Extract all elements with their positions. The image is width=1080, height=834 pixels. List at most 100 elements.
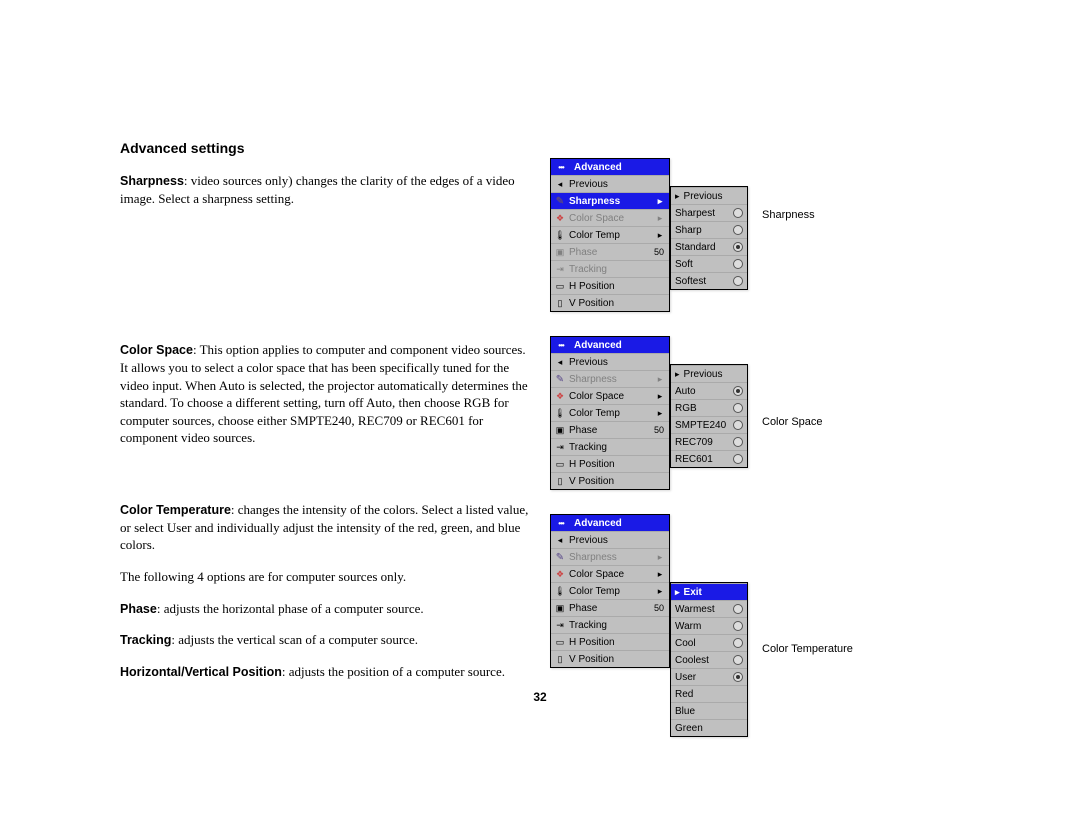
menu-item-previous[interactable]: Previous bbox=[551, 175, 669, 192]
menu-item-colorspace[interactable]: Color Space bbox=[551, 387, 669, 404]
submenu-option[interactable]: RGB bbox=[671, 399, 747, 416]
menu-item-sharpness[interactable]: Sharpness bbox=[551, 192, 669, 209]
caret-right-icon bbox=[654, 213, 666, 224]
tracking-icon bbox=[554, 441, 566, 453]
radio-icon bbox=[733, 420, 743, 430]
phase-icon bbox=[554, 602, 566, 614]
submenu-previous[interactable]: Previous bbox=[671, 365, 747, 382]
submenu-option[interactable]: Softest bbox=[671, 272, 747, 289]
radio-icon bbox=[733, 276, 743, 286]
pen-icon bbox=[554, 373, 566, 385]
submenu-option[interactable]: Warm bbox=[671, 617, 747, 634]
caret-right-icon bbox=[654, 569, 666, 580]
menu-item-colortemp[interactable]: Color Temp bbox=[551, 226, 669, 243]
menu-item-tracking[interactable]: Tracking bbox=[551, 616, 669, 633]
hpos-icon bbox=[554, 458, 566, 470]
palette-icon bbox=[554, 568, 566, 580]
caret-right-icon bbox=[654, 408, 666, 419]
menu-item-phase[interactable]: Phase50 bbox=[551, 599, 669, 616]
menu-item-sharpness[interactable]: Sharpness bbox=[551, 548, 669, 565]
menu-item-hpos[interactable]: H Position bbox=[551, 277, 669, 294]
submenu-option[interactable]: Coolest bbox=[671, 651, 747, 668]
submenu-option[interactable]: User bbox=[671, 668, 747, 685]
submenu-previous[interactable]: Previous bbox=[671, 187, 747, 204]
submenu-option[interactable]: Standard bbox=[671, 238, 747, 255]
menu-item-phase[interactable]: Phase50 bbox=[551, 421, 669, 438]
colortemp-submenu: Exit Warmest Warm Cool Coolest User Red … bbox=[670, 582, 748, 737]
menu-item-previous[interactable]: Previous bbox=[551, 531, 669, 548]
caret-left-icon bbox=[554, 178, 566, 190]
menu-item-colorspace[interactable]: Color Space bbox=[551, 209, 669, 226]
submenu-option[interactable]: REC601 bbox=[671, 450, 747, 467]
paragraph-following: The following 4 options are for computer… bbox=[120, 568, 530, 586]
radio-icon bbox=[733, 403, 743, 413]
menu-title: Advanced bbox=[551, 337, 669, 353]
menu-item-colortemp[interactable]: Color Temp bbox=[551, 582, 669, 599]
radio-icon bbox=[733, 638, 743, 648]
text-column: Advanced settings Sharpness: video sourc… bbox=[120, 140, 550, 761]
submenu-option[interactable]: Soft bbox=[671, 255, 747, 272]
radio-icon bbox=[733, 621, 743, 631]
thermometer-icon bbox=[554, 585, 566, 597]
submenu-option[interactable]: Green bbox=[671, 719, 747, 736]
colorspace-submenu: Previous Auto RGB SMPTE240 REC709 REC601 bbox=[670, 364, 748, 468]
caption-sharpness: Sharpness bbox=[762, 209, 815, 221]
hpos-icon bbox=[554, 636, 566, 648]
advanced-menu-3: Advanced Previous Sharpness Color Space … bbox=[550, 514, 670, 668]
page-heading: Advanced settings bbox=[120, 140, 530, 156]
advanced-menu-2: Advanced Previous Sharpness Color Space … bbox=[550, 336, 670, 490]
phase-icon bbox=[554, 246, 566, 258]
menu-item-tracking[interactable]: Tracking bbox=[551, 438, 669, 455]
radio-icon bbox=[733, 655, 743, 665]
caret-right-icon bbox=[654, 586, 666, 597]
menu-item-colorspace[interactable]: Color Space bbox=[551, 565, 669, 582]
page-number: 32 bbox=[0, 690, 1080, 704]
menu-item-vpos[interactable]: V Position bbox=[551, 294, 669, 311]
menu-item-phase[interactable]: Phase50 bbox=[551, 243, 669, 260]
radio-icon bbox=[733, 386, 743, 396]
term-sharpness: Sharpness bbox=[120, 174, 184, 188]
submenu-option[interactable]: Auto bbox=[671, 382, 747, 399]
submenu-option[interactable]: Cool bbox=[671, 634, 747, 651]
radio-icon bbox=[733, 225, 743, 235]
menu-item-vpos[interactable]: V Position bbox=[551, 472, 669, 489]
radio-icon bbox=[733, 242, 743, 252]
menu-item-vpos[interactable]: V Position bbox=[551, 650, 669, 667]
advanced-menu-1: Advanced Previous Sharpness Color Space … bbox=[550, 158, 670, 312]
vpos-icon bbox=[554, 475, 566, 487]
submenu-option[interactable]: REC709 bbox=[671, 433, 747, 450]
radio-icon bbox=[733, 604, 743, 614]
submenu-option[interactable]: Sharpest bbox=[671, 204, 747, 221]
menu-item-tracking[interactable]: Tracking bbox=[551, 260, 669, 277]
caret-left-icon bbox=[554, 356, 566, 368]
palette-icon bbox=[554, 212, 566, 224]
radio-icon bbox=[733, 208, 743, 218]
submenu-option[interactable]: Blue bbox=[671, 702, 747, 719]
dots-icon bbox=[555, 161, 567, 173]
submenu-option[interactable]: SMPTE240 bbox=[671, 416, 747, 433]
caret-right-icon bbox=[654, 196, 666, 207]
menu-item-colortemp[interactable]: Color Temp bbox=[551, 404, 669, 421]
term-colortemp: Color Temperature bbox=[120, 503, 231, 517]
pen-icon bbox=[554, 551, 566, 563]
thermometer-icon bbox=[554, 229, 566, 241]
caption-colortemp: Color Temperature bbox=[762, 643, 853, 655]
radio-icon bbox=[733, 259, 743, 269]
menu-item-previous[interactable]: Previous bbox=[551, 353, 669, 370]
dots-icon bbox=[555, 339, 567, 351]
paragraph-colortemp: Color Temperature: changes the intensity… bbox=[120, 501, 530, 554]
submenu-option[interactable]: Sharp bbox=[671, 221, 747, 238]
menu-item-hpos[interactable]: H Position bbox=[551, 455, 669, 472]
paragraph-hvpos: Horizontal/Vertical Position: adjusts th… bbox=[120, 663, 530, 681]
menu-item-hpos[interactable]: H Position bbox=[551, 633, 669, 650]
paragraph-sharpness: Sharpness: video sources only) changes t… bbox=[120, 172, 530, 207]
dots-icon bbox=[555, 517, 567, 529]
term-colorspace: Color Space bbox=[120, 343, 193, 357]
caret-right-icon bbox=[654, 374, 666, 385]
submenu-exit[interactable]: Exit bbox=[671, 583, 747, 600]
caret-right-icon bbox=[654, 391, 666, 402]
paragraph-colorspace: Color Space: This option applies to comp… bbox=[120, 341, 530, 447]
menu-item-sharpness[interactable]: Sharpness bbox=[551, 370, 669, 387]
submenu-option[interactable]: Warmest bbox=[671, 600, 747, 617]
thermometer-icon bbox=[554, 407, 566, 419]
